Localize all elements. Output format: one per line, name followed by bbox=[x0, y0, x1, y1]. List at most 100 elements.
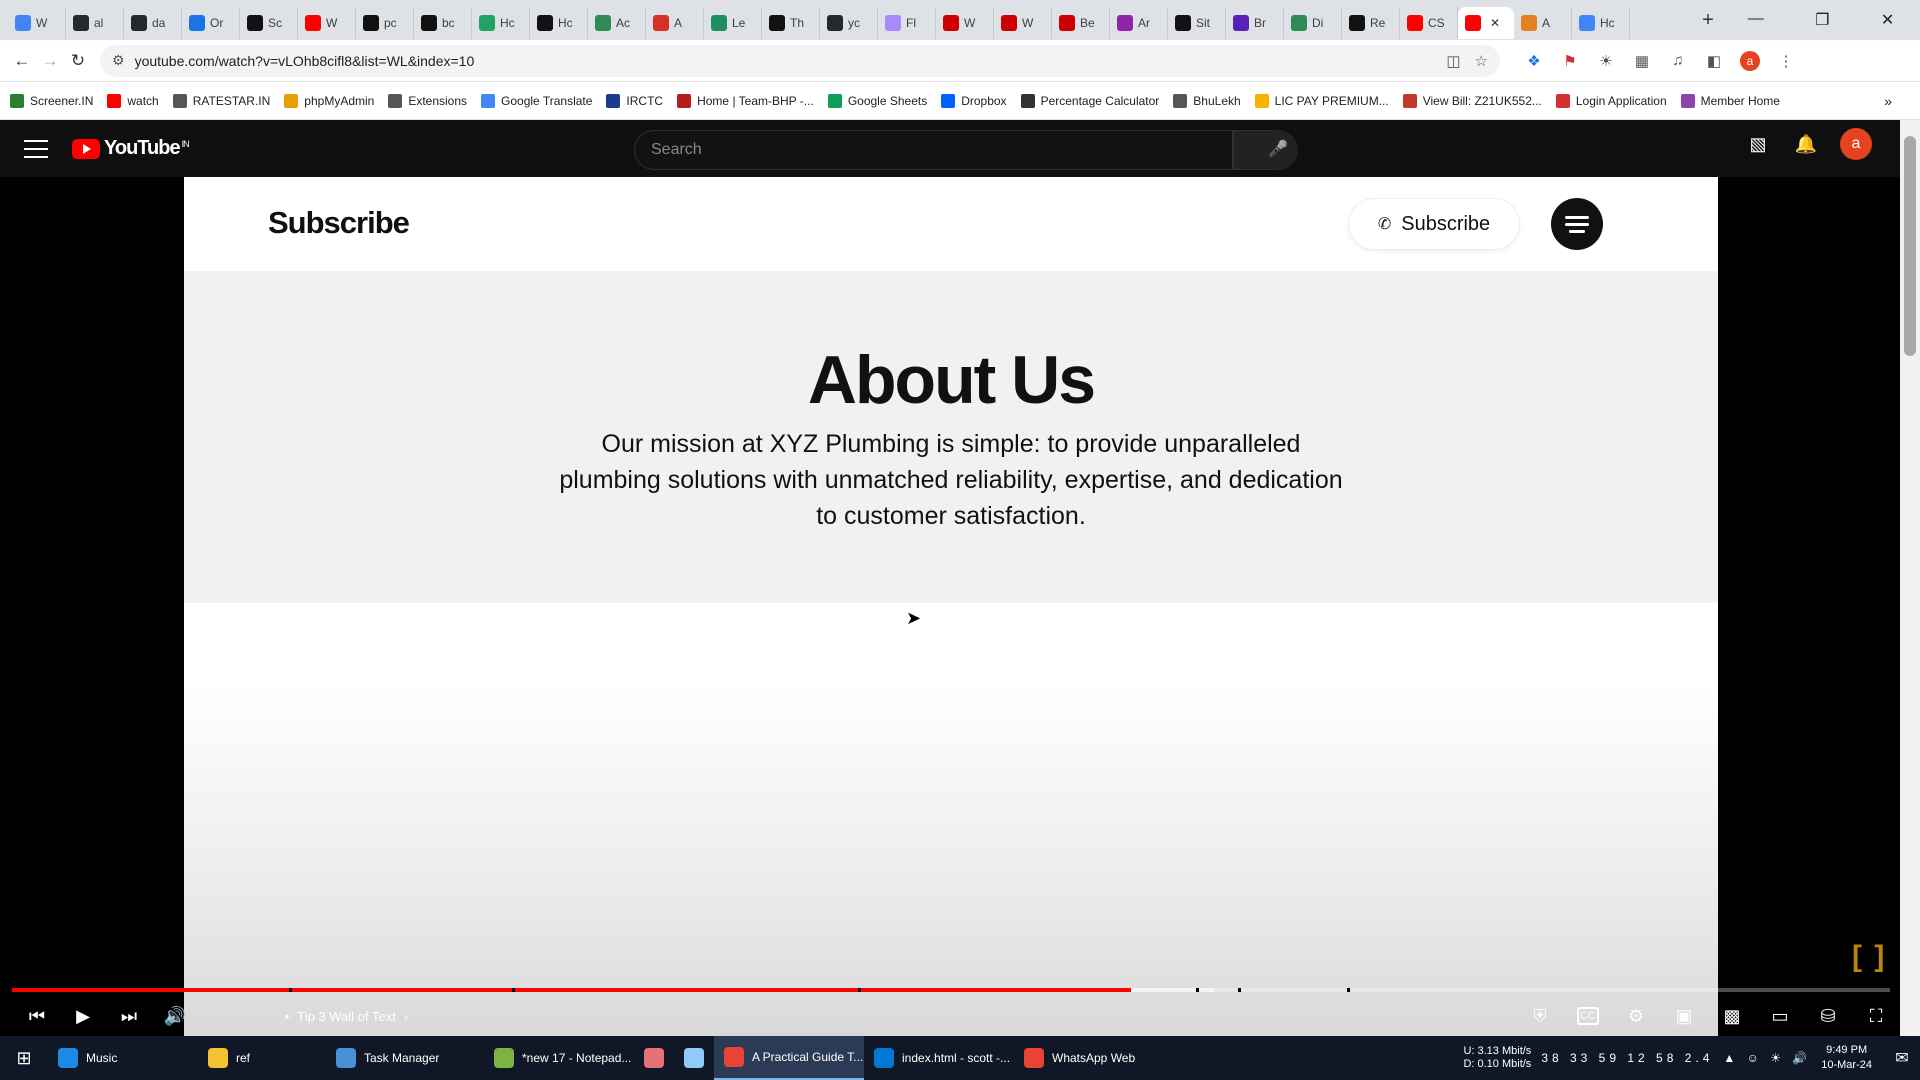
browser-tab[interactable]: Th bbox=[762, 7, 820, 39]
taskbar-app[interactable]: Task Manager bbox=[326, 1036, 484, 1080]
theater-mode-icon[interactable]: ▭ bbox=[1756, 1006, 1804, 1027]
browser-tab[interactable]: Hc bbox=[530, 7, 588, 39]
notification-center-icon[interactable]: ✉ bbox=[1884, 1048, 1920, 1068]
account-avatar[interactable]: a bbox=[1840, 128, 1872, 160]
browser-tab[interactable]: Or bbox=[182, 7, 240, 39]
create-video-icon[interactable]: ▧ bbox=[1734, 134, 1782, 155]
browser-tab[interactable]: bc bbox=[414, 7, 472, 39]
volume-icon[interactable]: 🔊 bbox=[152, 1006, 198, 1027]
bookmark-item[interactable]: LIC PAY PREMIUM... bbox=[1254, 93, 1389, 108]
captions-icon[interactable]: CC bbox=[1577, 1007, 1599, 1025]
browser-tab[interactable]: Hc bbox=[1572, 7, 1630, 39]
browser-tab[interactable]: Sc bbox=[240, 7, 298, 39]
clock[interactable]: 9:49 PM 10-Mar-24 bbox=[1821, 1043, 1872, 1073]
extension-3-icon[interactable]: ☀ bbox=[1588, 52, 1624, 70]
bookmark-item[interactable]: Percentage Calculator bbox=[1020, 93, 1159, 108]
browser-tab[interactable]: Re bbox=[1342, 7, 1400, 39]
bookmark-item[interactable]: View Bill: Z21UK552... bbox=[1402, 93, 1542, 108]
browser-tab[interactable]: da bbox=[124, 7, 182, 39]
taskbar-app[interactable]: *new 17 - Notepad... bbox=[484, 1036, 634, 1080]
browser-tab[interactable]: Ar bbox=[1110, 7, 1168, 39]
taskbar-app[interactable]: A Practical Guide T... bbox=[714, 1036, 864, 1080]
bookmark-item[interactable]: BhuLekh bbox=[1173, 93, 1241, 108]
search-input[interactable]: Search bbox=[634, 130, 1233, 170]
fullscreen-icon[interactable]: ⛶ bbox=[1852, 1006, 1900, 1027]
install-app-icon[interactable]: ◫ bbox=[1446, 52, 1460, 70]
new-tab-button[interactable]: + bbox=[1694, 9, 1722, 32]
taskbar-app[interactable]: index.html - scott -... bbox=[864, 1036, 1014, 1080]
extensions-puzzle-icon[interactable]: ▦ bbox=[1624, 52, 1660, 70]
picture-in-picture-icon[interactable]: ▩ bbox=[1708, 1006, 1756, 1027]
settings-gear-icon[interactable]: ⚙ bbox=[1612, 1006, 1660, 1027]
next-icon[interactable]: ⏭ bbox=[106, 1006, 152, 1027]
bookmark-item[interactable]: RATESTAR.IN bbox=[172, 93, 270, 108]
taskbar-app[interactable] bbox=[634, 1036, 674, 1080]
adblock-shield-icon[interactable]: ⛨ bbox=[1516, 1006, 1564, 1027]
browser-tab[interactable]: ✕ bbox=[1458, 7, 1514, 39]
bookmark-item[interactable]: Screener.IN bbox=[10, 93, 93, 108]
profile-avatar[interactable]: a bbox=[1740, 50, 1760, 71]
forward-icon[interactable]: → bbox=[36, 51, 64, 71]
browser-tab[interactable]: W bbox=[298, 7, 356, 39]
taskbar-app[interactable]: WhatsApp Web bbox=[1014, 1036, 1164, 1080]
browser-tab[interactable]: Fl bbox=[878, 7, 936, 39]
browser-tab[interactable]: Sit bbox=[1168, 7, 1226, 39]
side-panel-icon[interactable]: ◧ bbox=[1696, 52, 1732, 70]
bookmark-item[interactable]: IRCTC bbox=[606, 93, 663, 108]
browser-tab[interactable]: CS bbox=[1400, 7, 1458, 39]
url-text[interactable]: youtube.com/watch?v=vLOhb8cifl8&list=WL&… bbox=[135, 53, 1433, 69]
previous-icon[interactable]: ⏮ bbox=[14, 1006, 60, 1027]
chrome-menu-icon[interactable]: ⋮ bbox=[1768, 52, 1804, 70]
voice-search-button[interactable]: 🎤 bbox=[1258, 130, 1298, 170]
browser-tab[interactable]: Ac bbox=[588, 7, 646, 39]
video-player[interactable]: Subscribe ✆ Subscribe About Us Our missi… bbox=[0, 177, 1900, 1037]
media-control-icon[interactable]: ♫ bbox=[1660, 52, 1696, 69]
browser-tab[interactable]: yc bbox=[820, 7, 878, 39]
bookmark-item[interactable]: Google Sheets bbox=[827, 93, 927, 108]
browser-tab[interactable]: Be bbox=[1052, 7, 1110, 39]
browser-tab[interactable]: A bbox=[646, 7, 704, 39]
browser-tab[interactable]: W bbox=[8, 7, 66, 39]
browser-tab[interactable]: Hc bbox=[472, 7, 530, 39]
page-scrollbar[interactable] bbox=[1900, 120, 1920, 1037]
bookmark-item[interactable]: Home | Team-BHP -... bbox=[677, 93, 814, 108]
bookmark-item[interactable]: phpMyAdmin bbox=[284, 93, 374, 108]
bookmark-item[interactable]: Extensions bbox=[388, 93, 467, 108]
browser-tab[interactable]: Di bbox=[1284, 7, 1342, 39]
browser-tab[interactable]: Le bbox=[704, 7, 762, 39]
youtube-logo[interactable]: YouTube IN bbox=[72, 137, 190, 160]
guide-menu-icon[interactable] bbox=[24, 139, 48, 158]
browser-tab[interactable]: al bbox=[66, 7, 124, 39]
bookmark-item[interactable]: Google Translate bbox=[481, 93, 592, 108]
close-tab-icon[interactable]: ✕ bbox=[1490, 16, 1500, 30]
restore-icon[interactable]: ❐ bbox=[1815, 10, 1829, 30]
minimize-icon[interactable]: — bbox=[1748, 10, 1764, 30]
browser-tab[interactable]: W bbox=[936, 7, 994, 39]
site-info-icon[interactable]: ⚙ bbox=[112, 52, 125, 69]
windows-start-icon[interactable]: ⊞ bbox=[0, 1048, 48, 1069]
tray-icons[interactable]: ▲ ☺ ☀ 🔊 bbox=[1723, 1051, 1811, 1065]
taskbar-app[interactable]: ref bbox=[198, 1036, 326, 1080]
chapter-title[interactable]: Tip 3 Wall of Text bbox=[297, 1009, 396, 1024]
bookmark-item[interactable]: Member Home bbox=[1680, 93, 1780, 108]
browser-tab[interactable]: Br bbox=[1226, 7, 1284, 39]
bookmark-item[interactable]: Dropbox bbox=[941, 93, 1007, 108]
scrollbar-thumb[interactable] bbox=[1904, 136, 1916, 356]
taskbar-app[interactable] bbox=[674, 1036, 714, 1080]
browser-tab[interactable]: pc bbox=[356, 7, 414, 39]
play-icon[interactable]: ▶ bbox=[60, 1006, 106, 1027]
bookmark-star-icon[interactable]: ☆ bbox=[1475, 52, 1488, 70]
cast-icon[interactable]: ⛁ bbox=[1804, 1006, 1852, 1027]
close-window-icon[interactable]: ✕ bbox=[1881, 10, 1894, 30]
browser-tab[interactable]: W bbox=[994, 7, 1052, 39]
back-icon[interactable]: ← bbox=[8, 51, 36, 71]
reload-icon[interactable]: ↻ bbox=[64, 51, 92, 71]
omnibox[interactable]: ⚙ youtube.com/watch?v=vLOhb8cifl8&list=W… bbox=[100, 44, 1500, 77]
more-bookmarks-icon[interactable]: » bbox=[1884, 93, 1892, 109]
browser-tab[interactable]: A bbox=[1514, 7, 1572, 39]
chapter-chevron-icon[interactable]: › bbox=[404, 1009, 408, 1024]
extension-2-icon[interactable]: ⚑ bbox=[1552, 52, 1588, 70]
notifications-bell-icon[interactable]: 🔔 bbox=[1782, 134, 1830, 155]
extension-1-icon[interactable]: ❖ bbox=[1516, 52, 1552, 70]
bookmark-item[interactable]: Login Application bbox=[1555, 93, 1667, 108]
